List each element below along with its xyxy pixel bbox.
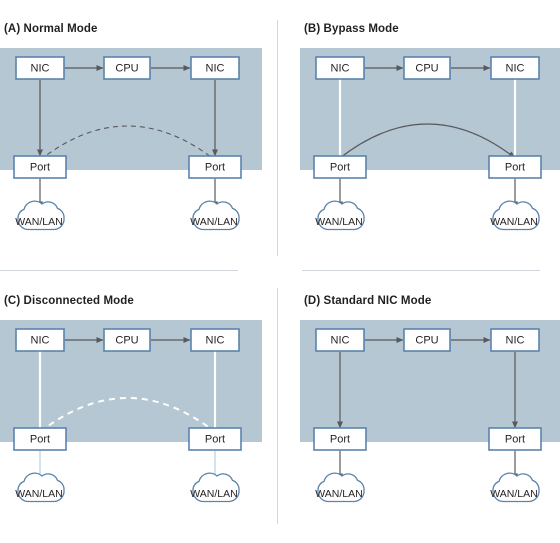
node-cloud-right-label: WAN/LAN xyxy=(490,216,537,228)
node-port-left: Port xyxy=(13,155,67,179)
divider-horizontal-left xyxy=(0,270,238,271)
node-port-left-label: Port xyxy=(330,162,350,174)
panel-normal-mode: (A) Normal Mode NIC CPU NIC Port Port WA… xyxy=(0,0,280,271)
node-cloud-right: WAN/LAN xyxy=(190,200,240,231)
divider-vertical-top xyxy=(277,20,278,256)
node-nic-right: NIC xyxy=(490,328,540,352)
divider-vertical-bottom xyxy=(277,288,278,524)
node-port-right-label: Port xyxy=(205,434,225,446)
node-nic-left: NIC xyxy=(15,328,65,352)
node-cloud-right: WAN/LAN xyxy=(490,472,540,503)
node-nic-left: NIC xyxy=(315,328,365,352)
node-port-right: Port xyxy=(188,427,242,451)
node-port-left-label: Port xyxy=(330,434,350,446)
node-port-left: Port xyxy=(13,427,67,451)
panel-disconnected-mode: (C) Disconnected Mode NIC CPU NIC Port P… xyxy=(0,272,280,543)
panel-bypass-mode: (B) Bypass Mode NIC CPU NIC Port Port WA… xyxy=(280,0,560,271)
node-nic-right: NIC xyxy=(490,56,540,80)
node-port-right-label: Port xyxy=(505,434,525,446)
node-port-right: Port xyxy=(188,155,242,179)
node-port-right-label: Port xyxy=(505,162,525,174)
node-cloud-left: WAN/LAN xyxy=(315,472,365,503)
node-port-right-label: Port xyxy=(205,162,225,174)
node-cpu-label: CPU xyxy=(415,63,438,75)
panel-b-graphic: NIC CPU NIC Port Port WAN/LAN WAN/LAN xyxy=(300,48,560,231)
node-nic-left-label: NIC xyxy=(331,63,350,75)
panel-a-graphic: NIC CPU NIC Port Port WAN/LAN WAN/LAN xyxy=(0,48,262,231)
node-cpu: CPU xyxy=(403,328,451,352)
node-cloud-right-label: WAN/LAN xyxy=(190,216,237,228)
panel-c-graphic: NIC CPU NIC Port Port WAN/LAN WAN/LAN xyxy=(0,320,262,503)
node-cloud-left-label: WAN/LAN xyxy=(315,216,362,228)
node-cloud-right-label: WAN/LAN xyxy=(190,488,237,500)
node-cpu-label: CPU xyxy=(415,335,438,347)
node-cloud-left: WAN/LAN xyxy=(15,200,65,231)
node-cpu-label: CPU xyxy=(115,63,138,75)
node-cloud-left: WAN/LAN xyxy=(315,200,365,231)
node-port-right: Port xyxy=(488,155,542,179)
node-cloud-left: WAN/LAN xyxy=(15,472,65,503)
node-nic-left: NIC xyxy=(315,56,365,80)
node-nic-right-label: NIC xyxy=(506,63,525,75)
node-port-left-label: Port xyxy=(30,434,50,446)
node-nic-right-label: NIC xyxy=(206,335,225,347)
node-cloud-right: WAN/LAN xyxy=(490,200,540,231)
node-cloud-left-label: WAN/LAN xyxy=(15,488,62,500)
node-cpu: CPU xyxy=(403,56,451,80)
panel-d-graphic: NIC CPU NIC Port Port WAN/LAN WAN/LAN xyxy=(300,320,560,503)
node-cpu: CPU xyxy=(103,328,151,352)
node-nic-right: NIC xyxy=(190,56,240,80)
node-cloud-left-label: WAN/LAN xyxy=(15,216,62,228)
node-cloud-right: WAN/LAN xyxy=(190,472,240,503)
node-nic-left-label: NIC xyxy=(331,335,350,347)
node-cloud-left-label: WAN/LAN xyxy=(315,488,362,500)
node-nic-left: NIC xyxy=(15,56,65,80)
node-nic-right: NIC xyxy=(190,328,240,352)
node-port-left: Port xyxy=(313,155,367,179)
node-port-left: Port xyxy=(313,427,367,451)
node-nic-right-label: NIC xyxy=(506,335,525,347)
divider-horizontal-right xyxy=(302,270,540,271)
node-nic-left-label: NIC xyxy=(31,335,50,347)
node-cpu: CPU xyxy=(103,56,151,80)
node-nic-left-label: NIC xyxy=(31,63,50,75)
panel-standard-nic-mode: (D) Standard NIC Mode NIC CPU NIC Port P… xyxy=(280,272,560,543)
node-port-left-label: Port xyxy=(30,162,50,174)
bypass-mode-diagram: (A) Normal Mode NIC CPU NIC Port Port WA… xyxy=(0,0,560,543)
node-nic-right-label: NIC xyxy=(206,63,225,75)
node-cpu-label: CPU xyxy=(115,335,138,347)
node-port-right: Port xyxy=(488,427,542,451)
node-cloud-right-label: WAN/LAN xyxy=(490,488,537,500)
